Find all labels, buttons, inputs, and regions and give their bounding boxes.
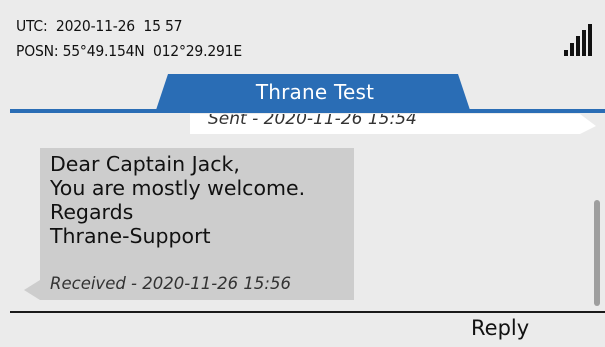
message-line: Dear Captain Jack, xyxy=(50,152,240,176)
phone-screen: UTC: 2020-11-26 15 57 POSN: 55°49.154N 0… xyxy=(0,0,605,347)
scrollbar[interactable] xyxy=(594,200,600,306)
conversation-title: Thrane Test xyxy=(255,80,375,104)
message-thread[interactable]: Sent - 2020-11-26 15:54 Dear Captain Jac… xyxy=(10,114,605,310)
signal-strength-icon xyxy=(564,24,592,56)
received-message-text: Dear Captain Jack, You are mostly welcom… xyxy=(50,152,305,248)
sent-timestamp: Sent - 2020-11-26 15:54 xyxy=(208,114,417,129)
sent-bubble-tail xyxy=(580,114,596,134)
message-line: Regards xyxy=(50,200,134,224)
received-timestamp: Received - 2020-11-26 15:56 xyxy=(50,274,291,293)
message-line: You are mostly welcome. xyxy=(50,176,306,200)
status-bar: UTC: 2020-11-26 15 57 POSN: 55°49.154N 0… xyxy=(0,0,605,70)
reply-softkey[interactable]: Reply xyxy=(471,316,529,340)
position-readout: POSN: 55°49.154N 012°29.291E xyxy=(16,42,242,60)
utc-time: UTC: 2020-11-26 15 57 xyxy=(16,17,183,35)
softkey-divider xyxy=(10,311,605,313)
message-line: Thrane-Support xyxy=(50,224,211,248)
